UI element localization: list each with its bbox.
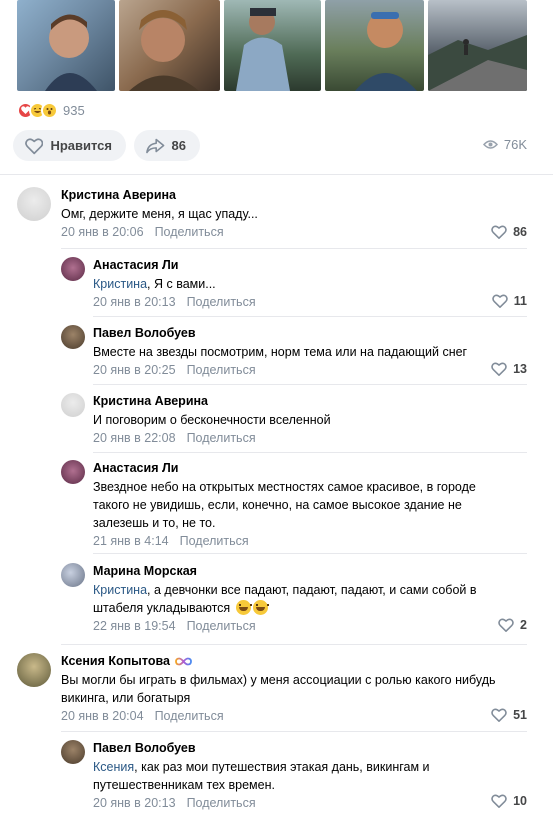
comment: Кристина Аверина Омг, держите меня, я ща…: [17, 187, 527, 242]
share-button[interactable]: 86: [134, 130, 200, 161]
avatar[interactable]: [61, 740, 85, 764]
mention-link[interactable]: Ксения: [93, 760, 134, 774]
comment-date[interactable]: 20 янв в 20:25: [93, 363, 176, 377]
heart-outline-icon: [491, 794, 507, 808]
mention-link[interactable]: Кристина: [93, 583, 147, 597]
share-link[interactable]: Поделиться: [187, 363, 256, 377]
comment-date[interactable]: 20 янв в 20:13: [93, 796, 176, 810]
comment-like-count: 51: [513, 708, 527, 722]
comment-author[interactable]: Ксения Копытова: [61, 653, 496, 670]
comment: Ксения Копытова Вы могли бы играть в фил…: [17, 653, 527, 725]
comment-author[interactable]: Павел Волобуев: [93, 740, 430, 757]
comment-like-button[interactable]: 10: [491, 794, 527, 808]
share-link[interactable]: Поделиться: [187, 619, 256, 633]
reactions-count: 935: [63, 102, 85, 118]
comment-text: Вы могли бы играть в фильмах) у меня асс…: [61, 673, 496, 705]
comment-like-count: 13: [513, 362, 527, 376]
comment-like-count: 11: [513, 294, 527, 308]
comment-date[interactable]: 20 янв в 22:08: [93, 431, 176, 445]
avatar[interactable]: [61, 460, 85, 484]
reply-comment: Кристина Аверина И поговорим о бесконечн…: [61, 393, 527, 448]
share-link[interactable]: Поделиться: [187, 796, 256, 810]
comment-author[interactable]: Марина Морская: [93, 563, 477, 580]
reply-comment: Марина Морская Кристина, а девчонки все …: [61, 563, 527, 635]
comment-text: И поговорим о бесконечности вселенной: [93, 413, 331, 427]
comment-author[interactable]: Кристина Аверина: [61, 187, 258, 204]
comment-like-button[interactable]: 86: [491, 225, 527, 239]
surprised-reaction-icon: [41, 101, 58, 119]
heart-outline-icon: [491, 708, 507, 722]
mention-link[interactable]: Кристина: [93, 277, 147, 291]
share-arrow-icon: [146, 138, 165, 153]
avatar[interactable]: [17, 653, 51, 687]
comment-like-button[interactable]: 51: [491, 708, 527, 722]
share-link[interactable]: Поделиться: [155, 709, 224, 723]
infinity-badge-icon: [175, 657, 192, 666]
eye-icon: [482, 140, 498, 149]
comment-date[interactable]: 20 янв в 20:04: [61, 709, 144, 723]
comment-separator: [61, 731, 527, 732]
heart-outline-icon: [25, 137, 44, 154]
comment-separator: [93, 384, 527, 385]
comment-date[interactable]: 20 янв в 20:06: [61, 225, 144, 239]
comment-author[interactable]: Анастасия Ли: [93, 257, 256, 274]
comment-text: Ксения, как раз мои путешествия этакая д…: [93, 760, 430, 792]
share-link[interactable]: Поделиться: [187, 431, 256, 445]
avatar[interactable]: [61, 563, 85, 587]
reply-comment: Павел Волобуев Вместе на звезды посмотри…: [61, 325, 527, 380]
avatar[interactable]: [61, 257, 85, 281]
comment-author[interactable]: Павел Волобуев: [93, 325, 467, 342]
comments-divider: [0, 174, 553, 175]
photo-2[interactable]: [119, 0, 220, 91]
comment-like-count: 2: [520, 618, 527, 632]
heart-outline-icon: [491, 362, 507, 376]
comment-date[interactable]: 22 янв в 19:54: [93, 619, 176, 633]
comment-like-count: 10: [513, 794, 527, 808]
comment-separator: [61, 248, 527, 249]
post-photo-gallery: [17, 0, 527, 91]
comment-text: Омг, держите меня, я щас упаду...: [61, 207, 258, 221]
comment-date[interactable]: 20 янв в 20:13: [93, 295, 176, 309]
comment-author[interactable]: Анастасия Ли: [93, 460, 476, 477]
share-count: 86: [171, 138, 186, 153]
heart-outline-icon: [491, 225, 507, 239]
reactions-summary[interactable]: 935: [17, 101, 85, 119]
comment-separator: [93, 553, 527, 554]
comment-text: Вместе на звезды посмотрим, норм тема ил…: [93, 345, 468, 359]
photo-5[interactable]: [428, 0, 527, 91]
like-button-label: Нравится: [50, 138, 112, 153]
photo-1[interactable]: [17, 0, 115, 91]
avatar[interactable]: [61, 325, 85, 349]
views-counter: 76K: [482, 137, 527, 152]
photo-3[interactable]: [224, 0, 321, 91]
comment-separator: [93, 316, 527, 317]
comment-text: Кристина, Я с вами...: [93, 277, 216, 291]
share-link[interactable]: Поделиться: [155, 225, 224, 239]
comment-date[interactable]: 21 янв в 4:14: [93, 534, 169, 548]
avatar[interactable]: [61, 393, 85, 417]
grinning-emoji-icon: [235, 600, 252, 615]
grinning-emoji-icon: [252, 600, 269, 615]
reply-comment: Анастасия Ли Звездное небо на открытых м…: [61, 460, 527, 550]
like-button[interactable]: Нравится: [13, 130, 126, 161]
comment-like-button[interactable]: 13: [491, 362, 527, 376]
share-link[interactable]: Поделиться: [180, 534, 249, 548]
reply-comment: Анастасия Ли Кристина, Я с вами... 20 ян…: [61, 257, 527, 312]
heart-outline-icon: [492, 294, 508, 308]
comment-separator: [93, 452, 527, 453]
comment-like-button[interactable]: 2: [498, 618, 527, 632]
post-actions: Нравится 86 76K: [13, 130, 527, 161]
share-link[interactable]: Поделиться: [187, 295, 256, 309]
comment-like-button[interactable]: 11: [492, 294, 527, 308]
heart-outline-icon: [498, 618, 514, 632]
comment-like-count: 86: [513, 225, 527, 239]
avatar[interactable]: [17, 187, 51, 221]
comment-separator: [61, 644, 527, 645]
views-count: 76K: [503, 137, 527, 152]
comment-author[interactable]: Кристина Аверина: [93, 393, 331, 410]
photo-4[interactable]: [325, 0, 424, 91]
comment-text: Звездное небо на открытых местностях сам…: [93, 480, 476, 530]
comment-text: Кристина, а девчонки все падают, падают,…: [93, 583, 477, 615]
reply-comment: Павел Волобуев Ксения, как раз мои путеш…: [61, 740, 527, 812]
